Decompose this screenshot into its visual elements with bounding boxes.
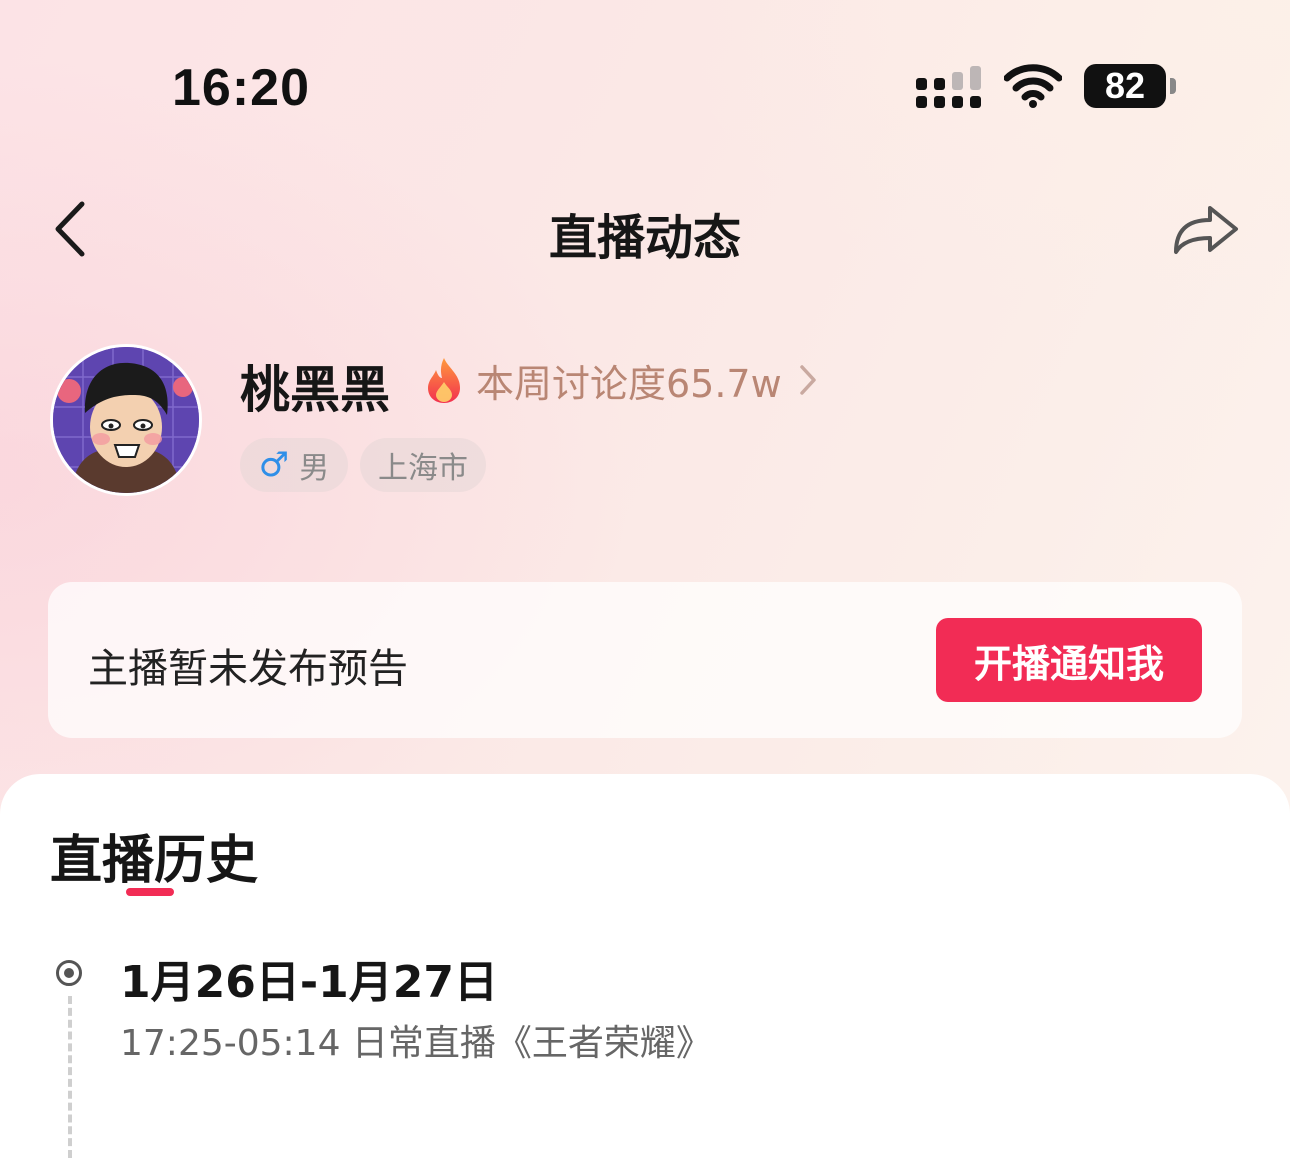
- gender-tag: ♂ 男: [240, 438, 348, 492]
- history-entry-description[interactable]: 17:25-05:14 日常直播《王者荣耀》: [120, 1014, 712, 1066]
- weekly-heat-link[interactable]: 本周讨论度65.7w: [424, 352, 818, 408]
- timeline-line: [68, 996, 72, 1158]
- history-title: 直播历史: [50, 831, 259, 891]
- notify-me-button[interactable]: 开播通知我: [936, 618, 1202, 702]
- username: 桃黑黑: [240, 361, 390, 419]
- male-icon: ♂: [258, 445, 290, 485]
- history-section: 直播历史 1月26日-1月27日 17:25-05:14 日常直播《王者荣耀》: [0, 774, 1290, 1158]
- history-entry-date[interactable]: 1月26日-1月27日: [120, 946, 498, 1010]
- share-icon: [1174, 206, 1238, 254]
- fire-icon: [428, 358, 460, 403]
- avatar-illustration: [53, 347, 199, 493]
- battery-level: 82: [1084, 64, 1166, 108]
- gender-label: 男: [299, 451, 330, 486]
- page-title: 直播动态: [548, 210, 741, 266]
- battery-cap-icon: [1170, 78, 1176, 94]
- city-tag: 上海市: [360, 438, 486, 492]
- timeline-dot-icon: [56, 960, 82, 986]
- cellular-signal-icon: [916, 66, 982, 110]
- status-time: 16:20: [172, 59, 310, 117]
- city-label: 上海市: [378, 451, 468, 486]
- heat-text: 本周讨论度65.7w: [476, 361, 782, 406]
- share-button[interactable]: [1168, 196, 1244, 262]
- history-title-underline: [126, 888, 174, 896]
- avatar[interactable]: [50, 344, 202, 496]
- preview-message: 主播暂未发布预告: [88, 646, 408, 692]
- chevron-right-icon: [799, 365, 816, 395]
- preview-card: 主播暂未发布预告 开播通知我: [48, 582, 1242, 738]
- wifi-icon: [1004, 64, 1062, 108]
